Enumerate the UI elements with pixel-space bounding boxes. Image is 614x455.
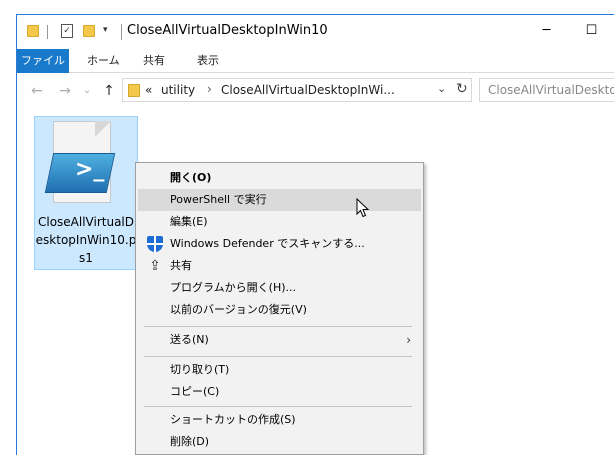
menu-item-defender-scan[interactable]: Windows Defender でスキャンする... <box>138 233 421 255</box>
menu-item-label: 送る(N) <box>170 333 209 346</box>
up-arrow-icon[interactable]: ↑ <box>99 81 119 101</box>
quick-access-dropdown-icon[interactable]: ▾ <box>103 25 108 35</box>
powershell-script-icon: >_ <box>44 121 117 207</box>
menu-item-restore-previous[interactable]: 以前のバージョンの復元(V) <box>138 299 421 321</box>
quick-access-divider <box>47 25 48 39</box>
menu-item-open-with[interactable]: プログラムから開く(H)... <box>138 277 421 299</box>
menu-item-create-shortcut[interactable]: ショートカットの作成(S) <box>138 409 421 431</box>
menu-item-open[interactable]: 開く(O) <box>138 167 421 189</box>
title-bar: ✓ ▾ CloseAllVirtualDesktopInWin10 ─ ☐ <box>17 15 614 49</box>
menu-separator <box>144 356 412 357</box>
breadcrumb-overflow[interactable]: « <box>145 83 152 97</box>
menu-item-copy[interactable]: コピー(C) <box>138 381 421 403</box>
menu-separator <box>144 326 412 327</box>
folder-icon <box>27 25 39 37</box>
tab-home[interactable]: ホーム <box>75 49 132 73</box>
back-arrow-icon[interactable]: ← <box>27 81 47 101</box>
breadcrumb-utility[interactable]: utility <box>161 83 195 97</box>
ribbon-tabs: ファイル ホーム 共有 表示 <box>17 49 614 73</box>
share-icon: ⇪ <box>149 258 161 274</box>
title-separator <box>121 24 122 40</box>
menu-item-run-powershell[interactable]: PowerShell で実行 <box>138 189 421 211</box>
minimize-button[interactable]: ─ <box>524 15 569 47</box>
menu-item-label: 開く(O) <box>170 171 212 184</box>
properties-icon[interactable]: ✓ <box>61 24 73 38</box>
tab-share[interactable]: 共有 <box>131 49 177 73</box>
chevron-right-icon: › <box>406 333 411 347</box>
chevron-right-icon[interactable]: › <box>207 82 212 96</box>
menu-item-label: ショートカットの作成(S) <box>170 413 296 426</box>
context-menu: 開く(O) PowerShell で実行 編集(E) Windows Defen… <box>135 162 424 455</box>
recent-locations-dropdown-icon[interactable]: ⌄ <box>77 81 97 101</box>
file-item[interactable]: >_ CloseAllVirtualDesktopInWin10.ps1 <box>34 116 138 270</box>
tab-view[interactable]: 表示 <box>185 49 231 73</box>
menu-item-cut[interactable]: 切り取り(T) <box>138 359 421 381</box>
menu-item-label: Windows Defender でスキャンする... <box>170 237 365 250</box>
window-title: CloseAllVirtualDesktopInWin10 <box>127 23 328 38</box>
navigation-bar: ← → ⌄ ↑ « utility › CloseAllVirtualDeskt… <box>17 75 614 105</box>
menu-item-label: PowerShell で実行 <box>170 193 267 206</box>
menu-item-delete[interactable]: 削除(D) <box>138 431 421 453</box>
menu-separator <box>144 406 412 407</box>
address-bar[interactable]: « utility › CloseAllVirtualDesktopInWi..… <box>122 78 472 102</box>
tab-file[interactable]: ファイル <box>17 49 69 73</box>
mouse-cursor-icon <box>356 198 370 218</box>
menu-item-label: 切り取り(T) <box>170 363 230 376</box>
search-box[interactable]: CloseAllVirtualDeskto <box>479 78 614 102</box>
folder-icon <box>128 84 140 97</box>
windows-defender-icon <box>147 236 163 252</box>
menu-item-edit[interactable]: 編集(E) <box>138 211 421 233</box>
menu-item-label: コピー(C) <box>170 385 220 398</box>
address-dropdown-icon[interactable]: ⌄ <box>437 82 446 95</box>
maximize-button[interactable]: ☐ <box>569 15 614 47</box>
file-name: CloseAllVirtualDesktopInWin10.ps1 <box>35 215 137 265</box>
search-placeholder: CloseAllVirtualDeskto <box>488 83 614 97</box>
menu-item-label: 編集(E) <box>170 215 208 228</box>
new-folder-icon[interactable] <box>83 25 95 37</box>
refresh-icon[interactable]: ↻ <box>456 81 468 97</box>
menu-item-label: 以前のバージョンの復元(V) <box>170 303 307 316</box>
menu-item-label: プログラムから開く(H)... <box>170 281 297 294</box>
menu-item-label: 削除(D) <box>170 435 210 448</box>
breadcrumb-current-folder[interactable]: CloseAllVirtualDesktopInWi... <box>221 83 395 97</box>
menu-item-share[interactable]: ⇪ 共有 <box>138 255 421 277</box>
forward-arrow-icon[interactable]: → <box>55 81 75 101</box>
menu-item-label: 共有 <box>170 259 192 272</box>
menu-item-send-to[interactable]: 送る(N) › <box>138 329 421 351</box>
